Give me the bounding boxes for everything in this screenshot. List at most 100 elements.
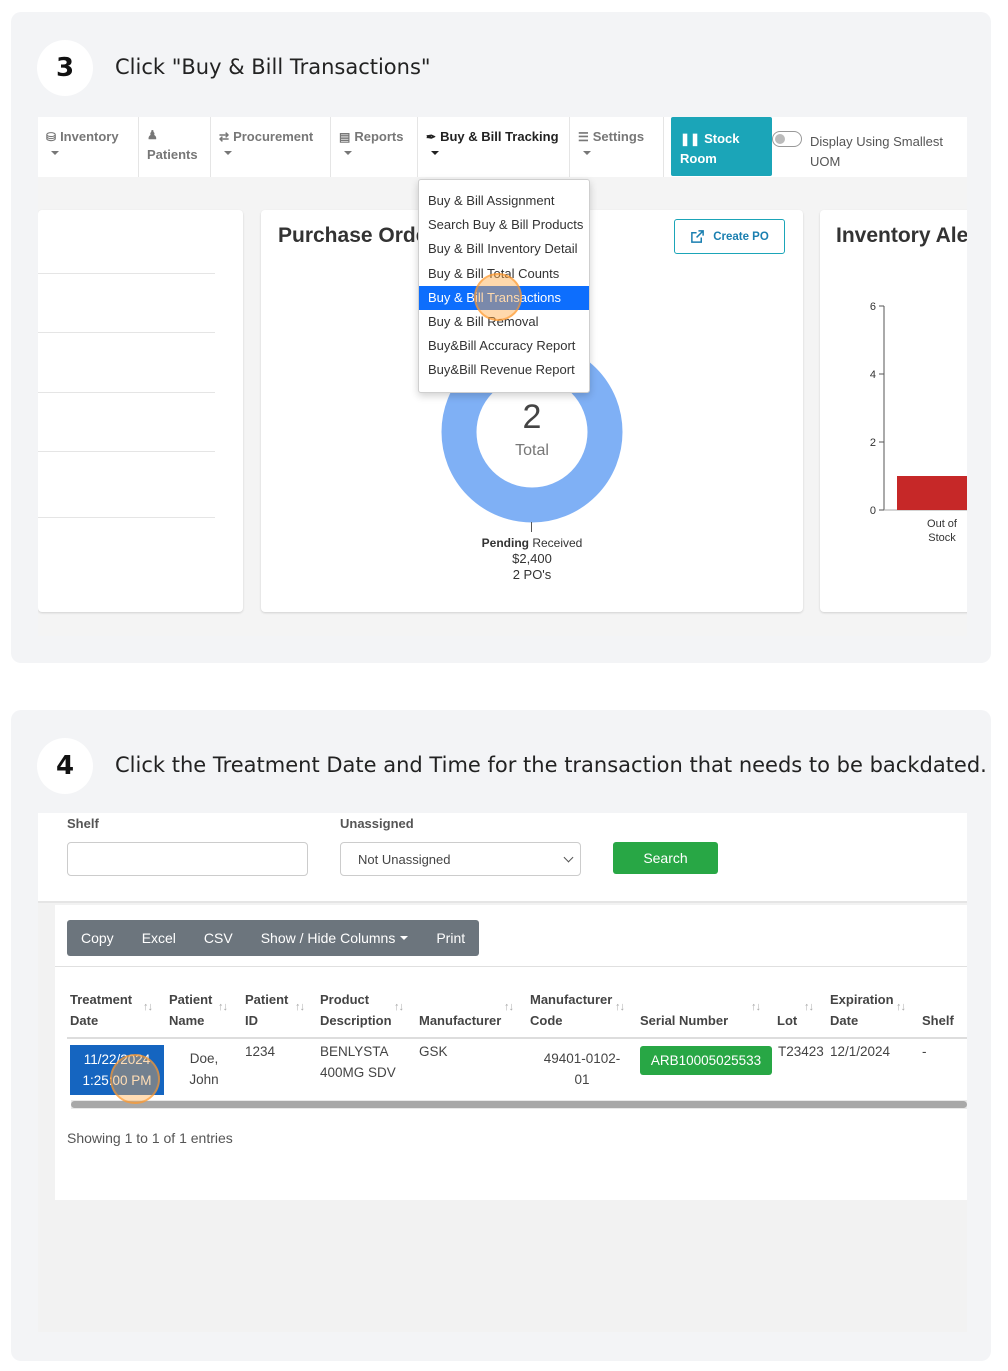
boxes-icon: ⛁ xyxy=(46,130,57,144)
external-link-icon xyxy=(691,230,705,243)
step-4-card: 4 Click the Treatment Date and Time for … xyxy=(11,710,991,1361)
export-button-group: Copy Excel CSV Show / Hide Columns Print xyxy=(67,920,480,956)
buy-bill-tracking-dropdown: Buy & Bill Assignment Search Buy & Bill P… xyxy=(418,179,590,393)
po-legend: Pending Received $2,400 2 PO's xyxy=(481,536,583,582)
column-header[interactable]: Shelf xyxy=(922,989,954,1031)
smallest-uom-toggle[interactable] xyxy=(772,131,802,147)
sort-icon[interactable]: ↑↓ xyxy=(143,1001,153,1013)
shelf-label: Shelf xyxy=(67,816,99,831)
patient-id-cell: 1234 xyxy=(245,1044,276,1059)
sort-icon[interactable]: ↑↓ xyxy=(394,1001,404,1013)
manufacturer-cell: GSK xyxy=(419,1044,448,1059)
expiration-date-cell: 12/1/2024 xyxy=(830,1044,891,1059)
patient-name-cell: Doe, John xyxy=(189,1051,219,1087)
treatment-date-cell[interactable]: 11/22/2024 1:25:00 PM xyxy=(70,1045,164,1095)
dropdown-item[interactable]: Search Buy & Bill Products xyxy=(419,213,589,237)
column-header[interactable]: Treatment Date xyxy=(70,989,132,1031)
chevron-down-icon xyxy=(51,150,59,155)
unassigned-select[interactable]: Not Unassigned xyxy=(340,842,581,876)
nav-buy-bill-tracking[interactable]: ✒ Buy & Bill Tracking xyxy=(418,117,570,177)
step-instruction: Click "Buy & Bill Transactions" xyxy=(115,55,431,79)
smallest-uom-label: Display Using Smallest UOM xyxy=(810,134,943,169)
nav-settings[interactable]: ☰ Settings xyxy=(570,117,664,177)
toolbar-button-excel[interactable]: Excel xyxy=(128,920,190,956)
step-instruction: Click the Treatment Date and Time for th… xyxy=(115,753,987,777)
nav-inventory[interactable]: ⛁ Inventory xyxy=(38,117,139,177)
step-3-card: 3 Click "Buy & Bill Transactions" ⛁ Inven… xyxy=(11,12,991,663)
column-header[interactable]: Patient ID xyxy=(245,989,288,1031)
sort-icon[interactable]: ↑↓ xyxy=(295,1001,305,1013)
po-total-label: Total xyxy=(515,442,549,459)
divider xyxy=(38,451,215,452)
divider xyxy=(38,392,215,393)
patient-icon: ♟ xyxy=(147,128,158,142)
shelf-cell: - xyxy=(922,1044,927,1059)
unassigned-label: Unassigned xyxy=(340,816,414,831)
divider xyxy=(38,332,215,333)
entries-summary: Showing 1 to 1 of 1 entries xyxy=(67,1130,233,1146)
inventory-alerts-title: Inventory Alerts xyxy=(836,224,967,247)
toolbar-button-copy[interactable]: Copy xyxy=(67,920,128,956)
filter-form: Shelf Unassigned Not Unassigned Search xyxy=(38,813,967,903)
inventory-alerts-panel: Inventory Alerts 0 2 4 6 Out of Stock xyxy=(820,210,967,612)
y-tick-label: 6 xyxy=(870,301,876,313)
column-header[interactable]: Lot xyxy=(777,989,797,1031)
divider xyxy=(55,966,967,967)
scrollbar-thumb[interactable] xyxy=(71,1101,967,1108)
column-header[interactable]: Product Description xyxy=(320,989,392,1031)
chevron-down-icon xyxy=(563,852,574,863)
sort-icon[interactable]: ↑↓ xyxy=(504,1001,514,1013)
dropdown-item[interactable]: Buy & Bill Removal xyxy=(419,310,589,334)
nav-procurement[interactable]: ⇄ Procurement xyxy=(211,117,331,177)
y-tick-label: 0 xyxy=(870,505,876,517)
toolbar-button-print[interactable]: Print xyxy=(422,920,479,956)
step-number: 3 xyxy=(37,40,93,96)
dropdown-item[interactable]: Buy & Bill Assignment xyxy=(419,189,589,213)
sort-icon[interactable]: ↑↓ xyxy=(751,1001,761,1013)
nav-patients[interactable]: ♟ Patients xyxy=(139,117,211,177)
create-po-button[interactable]: Create PO xyxy=(674,219,785,254)
dropdown-item[interactable]: Buy&Bill Accuracy Report xyxy=(419,334,589,358)
sort-icon[interactable]: ↑↓ xyxy=(804,1001,814,1013)
column-header[interactable]: Manufacturer xyxy=(419,989,501,1031)
x-tick-label: Out of xyxy=(927,518,958,530)
dropdown-item[interactable]: Buy&Bill Revenue Report xyxy=(419,358,589,382)
divider xyxy=(67,1037,967,1039)
sort-icon[interactable]: ↑↓ xyxy=(218,1001,228,1013)
nav-reports[interactable]: ▤ Reports xyxy=(331,117,418,177)
chevron-down-icon xyxy=(344,150,352,155)
column-header[interactable]: Expiration Date xyxy=(830,989,894,1031)
column-header[interactable]: Serial Number xyxy=(640,989,728,1031)
column-header[interactable]: Patient Name xyxy=(169,989,212,1031)
chevron-down-icon xyxy=(400,936,409,940)
top-navbar: ⛁ Inventory ♟ Patients ⇄ Procurement ▤ Repo… xyxy=(38,117,967,177)
manufacturer-code-cell: 49401-0102- 01 xyxy=(543,1051,621,1087)
toolbar-button-show-hide-columns[interactable]: Show / Hide Columns xyxy=(247,920,423,956)
dropdown-item[interactable]: Buy & Bill Inventory Detail xyxy=(419,237,589,261)
transactions-table-card: Copy Excel CSV Show / Hide Columns Print Tre… xyxy=(55,905,967,1200)
product-description-cell: BENLYSTA 400MG SDV xyxy=(320,1044,396,1080)
lot-cell: T23423 xyxy=(778,1044,824,1059)
serial-number-badge[interactable]: ARB10005025533 xyxy=(640,1046,772,1075)
syringe-icon: ✒ xyxy=(426,130,437,144)
legend-tick xyxy=(531,522,532,532)
bar-out-of-stock[interactable] xyxy=(897,476,967,510)
exchange-icon: ⇄ xyxy=(219,130,230,144)
dropdown-item[interactable]: Buy & Bill Transactions xyxy=(419,285,589,310)
toolbar-button-csv[interactable]: CSV xyxy=(190,920,247,956)
barcode-icon: ❚❚ xyxy=(680,132,701,146)
chevron-down-icon xyxy=(583,150,591,155)
inventory-bar-chart: 0 2 4 6 Out of Stock xyxy=(870,301,967,544)
horizontal-scrollbar[interactable] xyxy=(71,1100,967,1109)
step-number: 4 xyxy=(37,738,93,794)
shelf-input[interactable] xyxy=(67,842,308,876)
stock-room-button[interactable]: ❚❚ Stock Room xyxy=(671,117,772,176)
sliders-icon: ☰ xyxy=(578,130,589,144)
y-tick-label: 4 xyxy=(870,369,876,381)
po-total-count: 2 xyxy=(522,398,542,436)
search-button[interactable]: Search xyxy=(613,842,718,874)
sort-icon[interactable]: ↑↓ xyxy=(615,1001,625,1013)
sort-icon[interactable]: ↑↓ xyxy=(896,1001,906,1013)
column-header[interactable]: Manufacturer Code xyxy=(530,989,612,1031)
dropdown-item[interactable]: Buy & Bill Total Counts xyxy=(419,262,589,286)
